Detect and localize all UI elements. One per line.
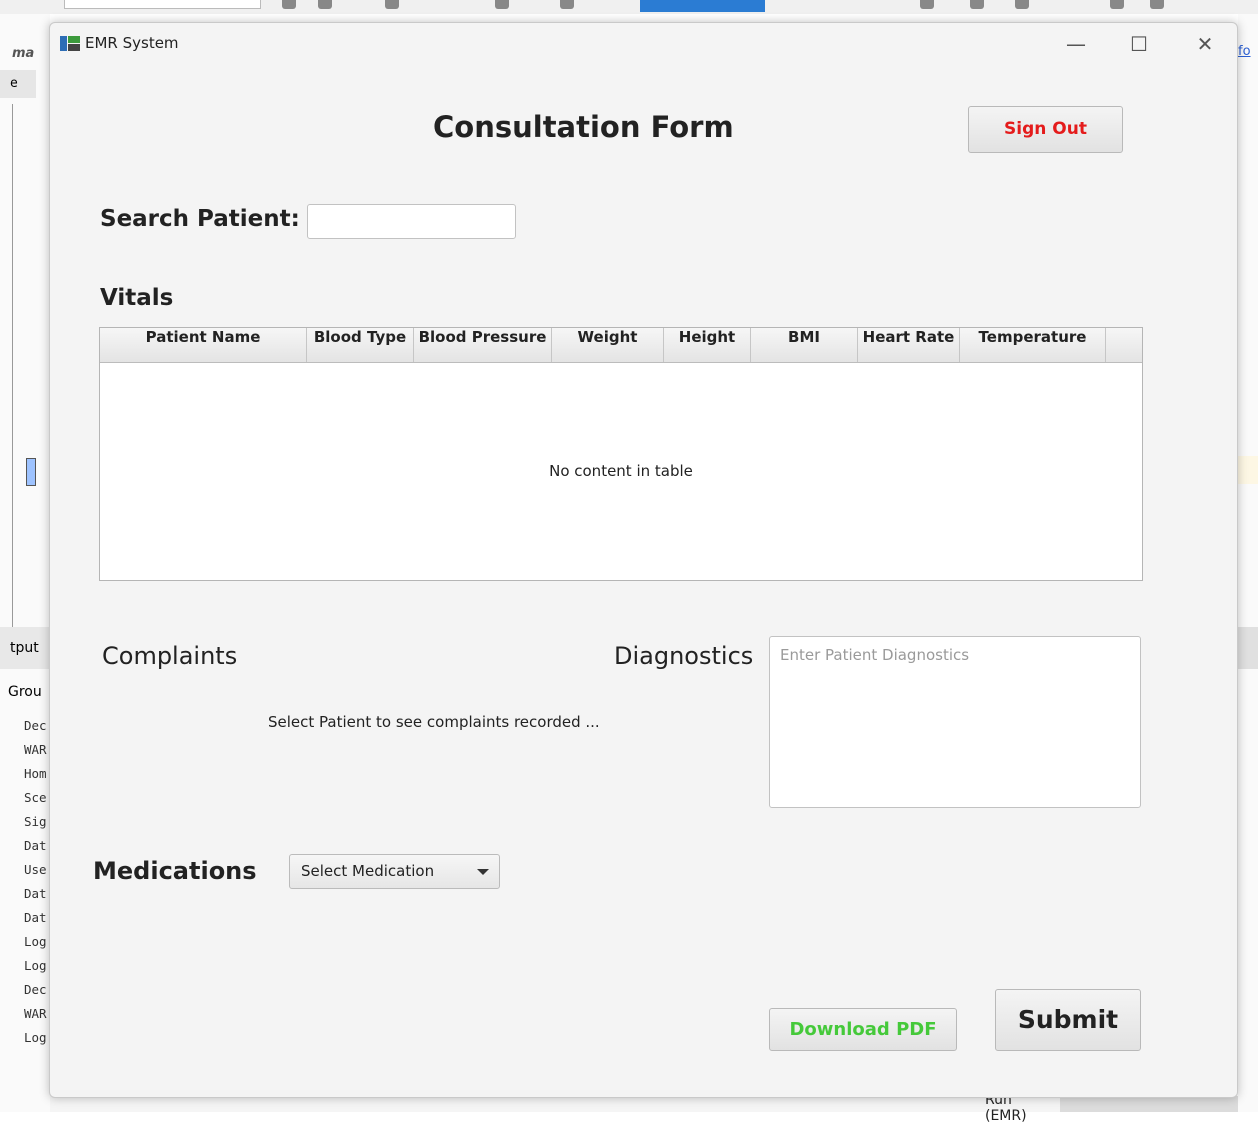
medication-select[interactable]: Select Medication [289, 854, 500, 889]
log-line: Log [24, 958, 47, 973]
vitals-table[interactable]: Patient Name Blood Type Blood Pressure W… [99, 327, 1143, 581]
toolbar-icon [282, 0, 296, 9]
log-line: Dec [24, 718, 47, 733]
page-title: Consultation Form [433, 110, 734, 144]
complaints-placeholder-text: Select Patient to see complaints recorde… [268, 713, 600, 731]
log-line: Use [24, 862, 47, 877]
editor-caret [26, 458, 36, 486]
background-statusbar: Run (EMR) [50, 1092, 1238, 1124]
toolbar-icon [495, 0, 509, 9]
editor-gutter [12, 104, 13, 634]
table-empty-message: No content in table [549, 462, 693, 480]
diagnostics-heading: Diagnostics [614, 642, 754, 670]
toolbar-icon [1150, 0, 1164, 9]
complaints-heading: Complaints [102, 642, 238, 670]
ide-logo: ma [12, 46, 35, 61]
sign-out-button[interactable]: Sign Out [968, 106, 1123, 153]
toolbar-icon [970, 0, 984, 9]
progress-bar [1060, 1096, 1238, 1112]
column-header-blood-type[interactable]: Blood Type [307, 328, 414, 362]
log-line: Hom [24, 766, 47, 781]
background-toolbar [0, 0, 1258, 14]
maximize-icon[interactable]: ☐ [1117, 31, 1161, 57]
log-line: Log [24, 934, 47, 949]
app-icon [60, 36, 80, 51]
background-link[interactable]: fo [1238, 44, 1251, 59]
column-header-heart-rate[interactable]: Heart Rate [858, 328, 960, 362]
line-highlight [1238, 456, 1258, 484]
column-header-temperature[interactable]: Temperature [960, 328, 1106, 362]
submit-button[interactable]: Submit [995, 989, 1141, 1051]
log-line: Dat [24, 838, 47, 853]
column-header-bmi[interactable]: BMI [751, 328, 858, 362]
toolbar-icon [318, 0, 332, 9]
output-tab[interactable]: tput [0, 627, 50, 669]
vitals-heading: Vitals [100, 285, 174, 311]
column-header-blood-pressure[interactable]: Blood Pressure [414, 328, 552, 362]
download-pdf-button[interactable]: Download PDF [769, 1008, 957, 1051]
background-editor-right: fo [1238, 14, 1258, 1112]
output-strip-right [1238, 627, 1258, 669]
minimize-icon[interactable]: — [1054, 31, 1098, 57]
medications-heading: Medications [93, 857, 257, 885]
background-highlight [640, 0, 765, 12]
column-header-weight[interactable]: Weight [552, 328, 664, 362]
column-header-height[interactable]: Height [664, 328, 751, 362]
emr-window: EMR System — ☐ ✕ Consultation Form Sign … [49, 22, 1238, 1098]
title-bar[interactable]: EMR System — ☐ ✕ [50, 23, 1237, 65]
column-header-patient-name[interactable]: Patient Name [100, 328, 307, 362]
toolbar-icon [1015, 0, 1029, 9]
log-line: WAR [24, 1006, 47, 1021]
log-line: Dat [24, 886, 47, 901]
log-line: Dec [24, 982, 47, 997]
background-combo [64, 0, 261, 9]
toolbar-icon [1110, 0, 1124, 9]
search-patient-input[interactable] [307, 204, 516, 239]
vitals-table-header: Patient Name Blood Type Blood Pressure W… [100, 328, 1142, 363]
toolbar-icon [385, 0, 399, 9]
editor-tab[interactable]: e [0, 70, 36, 98]
diagnostics-textarea[interactable] [769, 636, 1141, 808]
log-line: WAR [24, 742, 47, 757]
background-editor-left: ma e tput Grou Dec WAR Hom Sce Sig Dat Use Dat D… [0, 14, 50, 1112]
group-label: Grou [8, 684, 42, 700]
chevron-down-icon [477, 869, 489, 875]
window-title: EMR System [85, 34, 179, 52]
log-line: Sce [24, 790, 47, 805]
log-line: Log [24, 1030, 47, 1045]
search-patient-label: Search Patient: [100, 206, 300, 232]
log-line: Dat [24, 910, 47, 925]
toolbar-icon [560, 0, 574, 9]
medication-select-value: Select Medication [301, 862, 435, 880]
log-line: Sig [24, 814, 47, 829]
toolbar-icon [920, 0, 934, 9]
close-icon[interactable]: ✕ [1183, 31, 1227, 57]
